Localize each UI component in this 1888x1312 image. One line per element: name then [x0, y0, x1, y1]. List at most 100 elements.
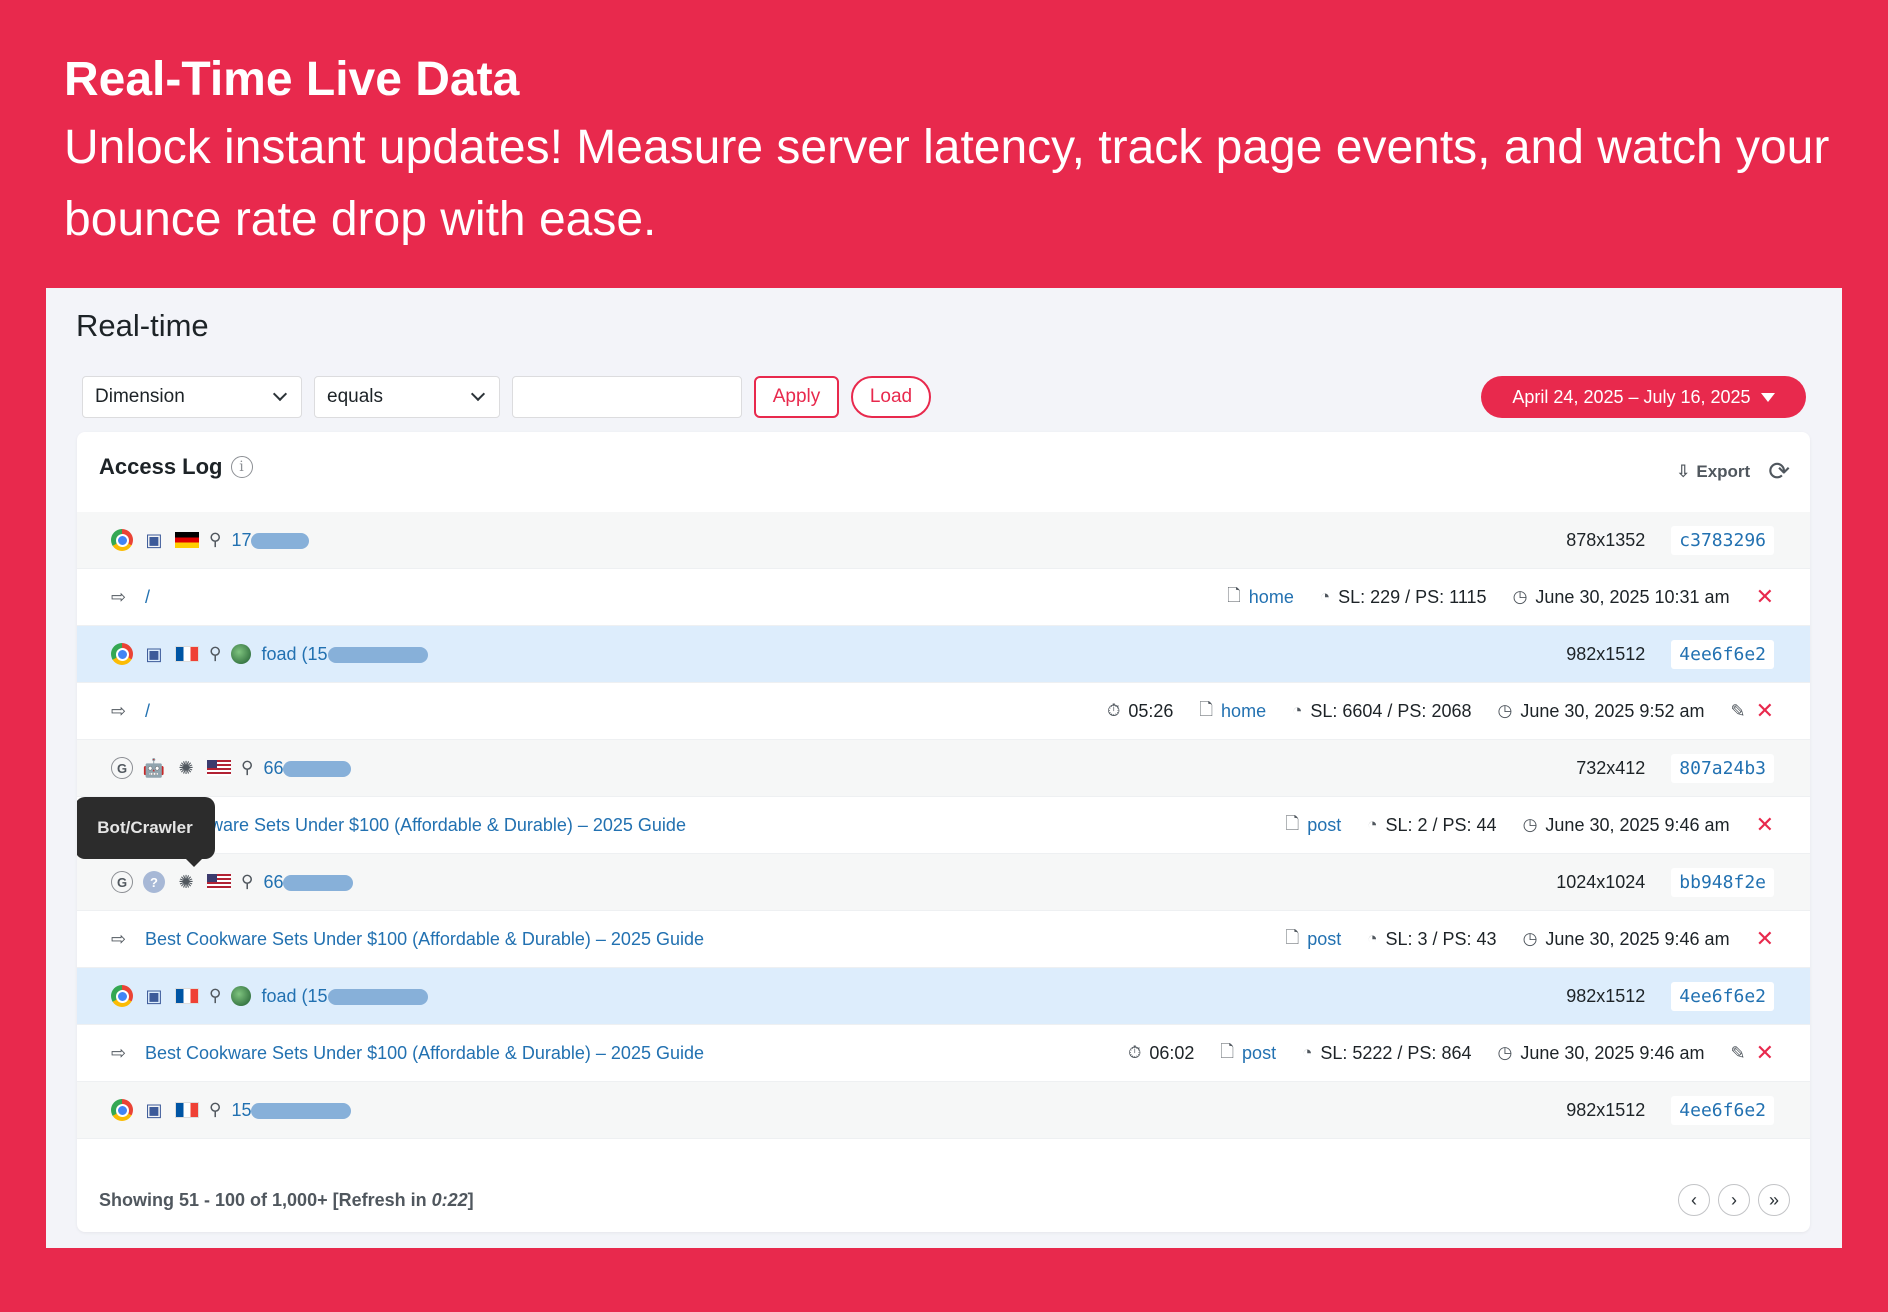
visitor-user-link[interactable]: foad (15 [261, 986, 428, 1007]
visit-time: ◷ June 30, 2025 9:46 am [1497, 1042, 1705, 1063]
page-type: 🗋 home [1227, 583, 1294, 612]
page-speed: ◔ SL: 229 / PS: 1115 [1319, 586, 1487, 607]
clock-icon: ◷ [1522, 815, 1538, 834]
entry-icon: ⇨ [111, 700, 127, 721]
card-footer: Showing 51 - 100 of 1,000+ [Refresh in 0… [99, 1182, 1790, 1218]
page-link[interactable]: Best Cookware Sets Under $100 (Affordabl… [145, 1043, 704, 1064]
usa-flag-icon [207, 874, 231, 890]
realtime-panel: Real-time Dimension equals Apply Load Ap… [46, 288, 1842, 1248]
page-link[interactable]: kware Sets Under $100 (Affordable & Dura… [201, 815, 686, 836]
visitor-row[interactable]: ▣ ⚲ foad (15 982x1512 4ee6f6e2 [77, 968, 1810, 1025]
visitor-ip-link[interactable]: 17 [231, 530, 310, 551]
delete-icon[interactable]: ✕ [1756, 1040, 1774, 1066]
promo-headline: Real-Time Live Data [64, 53, 520, 106]
apply-button[interactable]: Apply [754, 376, 839, 418]
date-range-picker[interactable]: April 24, 2025 – July 16, 2025 [1481, 376, 1806, 418]
load-button[interactable]: Load [851, 376, 931, 418]
android-icon: 🤖 [142, 757, 166, 778]
mac-os-icon: ▣ [145, 529, 163, 550]
previous-page-button[interactable]: ‹ [1678, 1184, 1710, 1216]
mac-os-icon: ▣ [145, 643, 163, 664]
delete-icon[interactable]: ✕ [1756, 812, 1774, 838]
location-pin-icon: ⚲ [209, 530, 222, 549]
delete-icon[interactable]: ✕ [1756, 698, 1774, 724]
pagination-status: Showing 51 - 100 of 1,000+ [Refresh in 0… [99, 1189, 474, 1210]
location-pin-icon: ⚲ [209, 1100, 222, 1119]
visitor-row[interactable]: ▣ ⚲ 17 878x1352 c3783296 [77, 512, 1810, 569]
visitor-ip-link[interactable]: 66 [263, 758, 352, 779]
visitor-ip-link[interactable]: 15 [231, 1100, 352, 1121]
info-icon[interactable]: i [230, 456, 253, 478]
page-link[interactable]: / [145, 701, 150, 722]
visit-time: ◷ June 30, 2025 9:46 am [1522, 928, 1730, 949]
page-link[interactable]: / [145, 587, 150, 608]
edit-icon[interactable]: ✎ [1730, 701, 1745, 722]
page-type-link[interactable]: post [1307, 929, 1341, 950]
page-type: 🗋 post [1286, 811, 1342, 840]
page-type-link[interactable]: home [1249, 587, 1294, 608]
visitor-hash[interactable]: 4ee6f6e2 [1671, 981, 1774, 1011]
pagination-controls: ‹ › » [1678, 1184, 1790, 1216]
access-log-card: Access Log i ⇩ Export ⟳ ▣ ⚲ 17 878x1352 … [77, 432, 1810, 1232]
page-speed: ◔ SL: 2 / PS: 44 [1367, 814, 1497, 835]
page-title: Real-time [76, 308, 209, 343]
next-page-button[interactable]: › [1718, 1184, 1750, 1216]
redacted-text [251, 1102, 352, 1119]
visitor-hash[interactable]: 4ee6f6e2 [1671, 1095, 1774, 1125]
redacted-text [251, 532, 310, 549]
speedometer-icon: ◔ [1367, 929, 1378, 948]
clock-icon: ◷ [1497, 701, 1513, 720]
bot-crawler-icon[interactable]: ✺ [175, 757, 197, 779]
user-avatar [231, 986, 252, 1006]
pageview-row: ⇨ / ⏱ 05:26 🗋 home ◔ SL: 6604 / PS: 2068 ◷ J… [77, 683, 1810, 740]
screen-resolution: 732x412 [1576, 757, 1646, 778]
card-tools: ⇩ Export ⟳ [1676, 456, 1790, 487]
visitor-row[interactable]: ▣ ⚲ foad (15 982x1512 4ee6f6e2 [77, 626, 1810, 683]
edit-icon[interactable]: ✎ [1730, 1043, 1745, 1064]
page-type-link[interactable]: home [1221, 701, 1266, 722]
refresh-icon[interactable]: ⟳ [1768, 456, 1790, 487]
france-flag-icon [175, 1102, 199, 1118]
operator-select[interactable]: equals [314, 376, 500, 418]
screen-resolution: 982x1512 [1566, 643, 1646, 664]
page-type-link[interactable]: post [1307, 815, 1341, 836]
page-link[interactable]: Best Cookware Sets Under $100 (Affordabl… [145, 929, 704, 950]
visitor-row[interactable]: G 🤖 ✺ ⚲ 66 732x412 807a24b3 [77, 740, 1810, 797]
promo-banner: Real-Time Live Data Unlock instant updat… [64, 48, 1844, 256]
delete-icon[interactable]: ✕ [1756, 584, 1774, 610]
visitor-row[interactable]: G ? ✺ ⚲ 66 1024x1024 bb948f2e [77, 854, 1810, 911]
page-type: 🗋 home [1199, 697, 1266, 726]
visitor-row[interactable]: ▣ ⚲ 15 982x1512 4ee6f6e2 [77, 1082, 1810, 1139]
page-speed: ◔ SL: 6604 / PS: 2068 [1292, 700, 1472, 721]
visitor-hash[interactable]: c3783296 [1671, 525, 1774, 555]
last-page-button[interactable]: » [1758, 1184, 1790, 1216]
clock-icon: ◷ [1512, 587, 1528, 606]
time-on-page: ⏱ 05:26 [1107, 700, 1174, 721]
germany-flag-icon [175, 532, 199, 548]
export-label: Export [1696, 461, 1751, 481]
export-button[interactable]: ⇩ Export [1676, 462, 1750, 482]
redacted-text [283, 874, 354, 891]
page-type: 🗋 post [1220, 1039, 1276, 1068]
chevron-down-icon [470, 386, 486, 402]
filter-value-input[interactable] [512, 376, 742, 418]
redacted-text [327, 988, 428, 1005]
visitor-ip-link[interactable]: 66 [263, 872, 354, 893]
mac-os-icon: ▣ [145, 1099, 163, 1120]
page-type-link[interactable]: post [1242, 1043, 1276, 1064]
delete-icon[interactable]: ✕ [1756, 926, 1774, 952]
screen-resolution: 878x1352 [1566, 529, 1646, 550]
mac-os-icon: ▣ [145, 985, 163, 1006]
document-icon: 🗋 [1227, 585, 1241, 605]
entry-icon: ⇨ [111, 928, 127, 949]
bot-crawler-icon[interactable]: ✺ [175, 871, 197, 893]
visitor-hash[interactable]: 4ee6f6e2 [1671, 639, 1774, 669]
refresh-countdown: 0:22 [431, 1189, 468, 1210]
visitor-user-link[interactable]: foad (15 [261, 644, 428, 665]
chrome-icon [111, 985, 133, 1007]
dimension-select[interactable]: Dimension [82, 376, 302, 418]
visitor-hash[interactable]: 807a24b3 [1671, 753, 1774, 783]
page-speed: ◔ SL: 3 / PS: 43 [1367, 928, 1497, 949]
time-on-page: ⏱ 06:02 [1128, 1042, 1195, 1063]
visitor-hash[interactable]: bb948f2e [1671, 867, 1774, 897]
